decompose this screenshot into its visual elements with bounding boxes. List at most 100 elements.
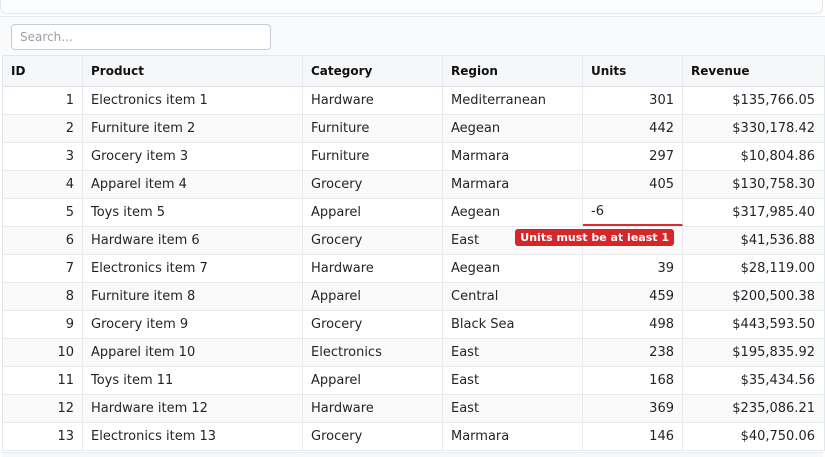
cell-id[interactable]: 13 [3,423,83,450]
cell-id[interactable]: 9 [3,311,83,338]
table-row[interactable]: 13 Electronics item 13 Grocery Marmara 146 $4… [3,423,824,451]
cell-units-editor[interactable]: Units must be at least 1 [515,199,683,246]
cell-category[interactable]: Apparel [303,199,443,226]
cell-product[interactable]: Furniture item 8 [83,283,303,310]
cell-category[interactable]: Grocery [303,423,443,450]
table-row[interactable]: 7 Electronics item 7 Hardware Aegean 39 $28,1… [3,255,824,283]
cell-region[interactable]: Aegean [443,115,583,142]
cell-category[interactable]: Furniture [303,115,443,142]
cell-product[interactable]: Apparel item 4 [83,171,303,198]
table-row[interactable]: 10 Apparel item 10 Electronics East 238 $195,… [3,339,824,367]
cell-id[interactable]: 3 [3,143,83,170]
table-row[interactable]: 3 Grocery item 3 Furniture Marmara 297 $10,80… [3,143,824,171]
cell-region[interactable]: Central [443,283,583,310]
table-row[interactable]: 8 Furniture item 8 Apparel Central 459 $200,5… [3,283,824,311]
cell-product[interactable]: Hardware item 6 [83,227,303,254]
cell-id[interactable]: 12 [3,395,83,422]
cell-id[interactable]: 8 [3,283,83,310]
cell-category[interactable]: Apparel [303,283,443,310]
cell-product[interactable]: Grocery item 3 [83,143,303,170]
cell-category[interactable]: Grocery [303,227,443,254]
cell-revenue[interactable]: $200,500.38 [683,283,823,310]
cell-revenue[interactable]: $330,178.42 [683,115,823,142]
cell-product[interactable]: Electronics item 1 [83,87,303,114]
cell-product[interactable]: Toys item 5 [83,199,303,226]
table-row[interactable]: 1 Electronics item 1 Hardware Mediterranean… [3,87,824,115]
cell-units[interactable]: 498 [583,311,683,338]
cell-category[interactable]: Hardware [303,87,443,114]
cell-category[interactable]: Hardware [303,395,443,422]
cell-category[interactable]: Grocery [303,311,443,338]
cell-id[interactable]: 6 [3,227,83,254]
cell-revenue[interactable]: $443,593.50 [683,311,823,338]
cell-region[interactable]: East [443,395,583,422]
cell-revenue[interactable]: $28,119.00 [683,255,823,282]
cell-category[interactable]: Apparel [303,367,443,394]
search-input[interactable] [11,24,271,50]
cell-region[interactable]: Aegean [443,255,583,282]
column-header-revenue[interactable]: Revenue [683,56,823,86]
cell-id[interactable]: 7 [3,255,83,282]
cell-product[interactable]: Electronics item 13 [83,423,303,450]
cell-revenue[interactable]: $35,434.56 [683,367,823,394]
cell-id[interactable]: 2 [3,115,83,142]
cell-id[interactable]: 5 [3,199,83,226]
cell-region[interactable]: East [443,367,583,394]
table-row[interactable]: 5Toys item 5ApparelAegean Units must be a… [3,199,824,246]
cell-units[interactable]: 39 [583,255,683,282]
cell-units[interactable]: 459 [583,283,683,310]
cell-revenue[interactable]: $135,766.05 [683,87,823,114]
cell-region[interactable]: Aegean [443,199,583,226]
cell-revenue[interactable]: $41,536.88 [683,227,823,254]
cell-revenue[interactable]: $10,804.86 [683,143,823,170]
cell-product[interactable]: Hardware item 12 [83,395,303,422]
cell-revenue[interactable]: $195,835.92 [683,339,823,366]
table-row[interactable]: 9 Grocery item 9 Grocery Black Sea 498 $443,5… [3,311,824,339]
table-row[interactable]: 12 Hardware item 12 Hardware East 369 $235,08… [3,395,824,423]
data-grid-app: ID Product Category Region Units Revenue… [0,0,825,457]
table-row[interactable]: 11 Toys item 11 Apparel East 168 $35,434.56 [3,367,824,395]
cell-units[interactable]: 297 [583,143,683,170]
cell-revenue[interactable]: $235,086.21 [683,395,823,422]
column-header-id[interactable]: ID [3,56,83,86]
cell-product[interactable]: Furniture item 2 [83,115,303,142]
cell-category[interactable]: Electronics [303,339,443,366]
cell-id[interactable]: 1 [3,87,83,114]
table-bottom-edge [2,452,823,457]
units-edit-input[interactable] [591,204,671,219]
cell-product[interactable]: Toys item 11 [83,367,303,394]
cell-units[interactable]: 168 [583,367,683,394]
cell-region[interactable]: Marmara [443,143,583,170]
table-row[interactable]: 2 Furniture item 2 Furniture Aegean 442 $330,… [3,115,824,143]
cell-region[interactable]: Marmara [443,171,583,198]
validation-error-tooltip: Units must be at least 1 [515,229,674,246]
cell-units[interactable]: 369 [583,395,683,422]
cell-region[interactable]: East [443,339,583,366]
cell-revenue[interactable]: $40,750.06 [683,423,823,450]
cell-product[interactable]: Grocery item 9 [83,311,303,338]
cell-units[interactable]: 301 [583,87,683,114]
cell-units[interactable]: 405 [583,171,683,198]
cell-region[interactable]: Marmara [443,423,583,450]
cell-units[interactable]: 238 [583,339,683,366]
cell-category[interactable]: Furniture [303,143,443,170]
cell-product[interactable]: Apparel item 10 [83,339,303,366]
cell-units[interactable]: 146 [583,423,683,450]
cell-region[interactable]: Black Sea [443,311,583,338]
table-row[interactable]: 6 Hardware item 6 Grocery East $41,536.88 [3,227,824,255]
column-header-category[interactable]: Category [303,56,443,86]
column-header-region[interactable]: Region [443,56,583,86]
table-row[interactable]: 4 Apparel item 4 Grocery Marmara 405 $130,758… [3,171,824,199]
column-header-product[interactable]: Product [83,56,303,86]
column-header-units[interactable]: Units [583,56,683,86]
cell-category[interactable]: Grocery [303,171,443,198]
cell-revenue[interactable]: $317,985.40 [683,199,823,226]
cell-region[interactable]: Mediterranean [443,87,583,114]
cell-id[interactable]: 11 [3,367,83,394]
cell-product[interactable]: Electronics item 7 [83,255,303,282]
cell-units[interactable]: 442 [583,115,683,142]
cell-revenue[interactable]: $130,758.30 [683,171,823,198]
cell-id[interactable]: 4 [3,171,83,198]
cell-id[interactable]: 10 [3,339,83,366]
cell-category[interactable]: Hardware [303,255,443,282]
